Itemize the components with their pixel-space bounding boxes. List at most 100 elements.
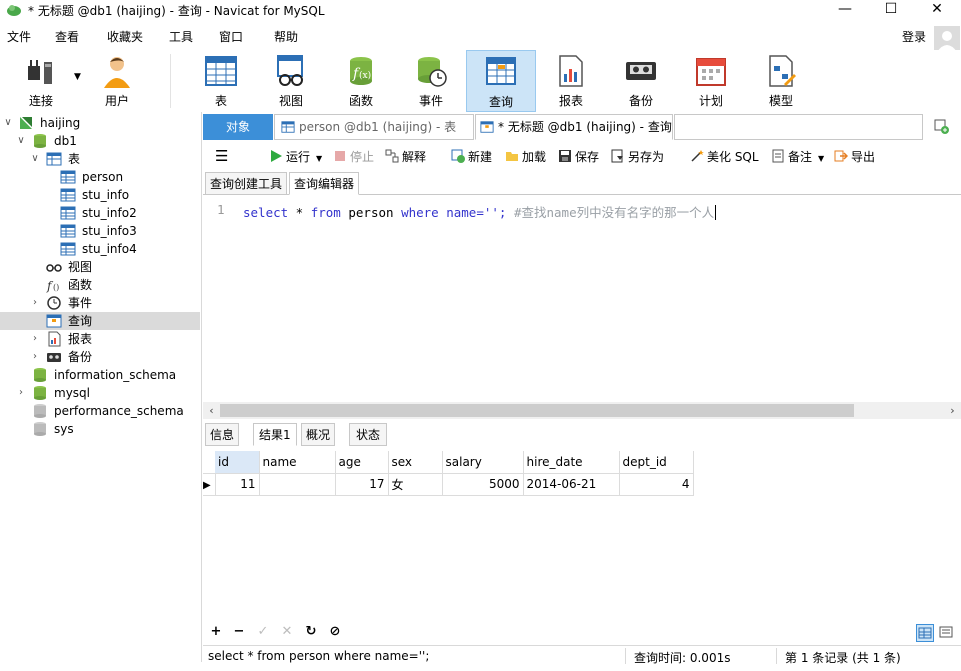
cell-id[interactable]: 11: [215, 473, 260, 496]
add-record-button[interactable]: +: [208, 623, 224, 641]
tree-node-events[interactable]: › 事件: [0, 294, 200, 312]
scroll-left-icon[interactable]: ‹: [203, 402, 220, 419]
apply-changes-button[interactable]: ✓: [255, 623, 271, 641]
stop-loading-button[interactable]: ⊘: [327, 623, 343, 641]
cell-age[interactable]: 17: [335, 473, 389, 496]
column-header-dept-id[interactable]: dept_id: [619, 451, 694, 474]
cell-dept-id[interactable]: 4: [619, 473, 694, 496]
tree-node-reports[interactable]: › 报表: [0, 330, 200, 348]
close-button[interactable]: ✕: [914, 0, 960, 20]
report-button[interactable]: 报表: [536, 50, 606, 112]
tab-query-untitled[interactable]: * 无标题 @db1 (haijing) - 查询: [475, 114, 673, 140]
view-button[interactable]: 视图: [256, 50, 326, 112]
tree-node-sys[interactable]: sys: [0, 420, 200, 438]
tree-node-table-stu-info3[interactable]: stu_info3: [0, 222, 200, 240]
column-header-salary[interactable]: salary: [442, 451, 524, 474]
tab-objects[interactable]: 对象: [203, 114, 273, 140]
minimize-button[interactable]: —: [822, 0, 868, 20]
column-header-hire-date[interactable]: hire_date: [523, 451, 620, 474]
tree-node-database[interactable]: ∨ db1: [0, 132, 200, 150]
tree-node-tables[interactable]: ∨ 表: [0, 150, 200, 168]
save-button[interactable]: 保存: [558, 148, 599, 166]
connection-button[interactable]: 连接 ▼: [6, 50, 81, 112]
sql-code-line[interactable]: select * from person where name=''; #查找n…: [243, 202, 717, 221]
query-button[interactable]: 查询: [466, 50, 536, 112]
dropdown-arrow-icon[interactable]: ▼: [316, 154, 322, 163]
avatar[interactable]: [934, 26, 960, 52]
run-button[interactable]: 运行 ▼: [269, 148, 322, 166]
beautify-sql-button[interactable]: 美化 SQL: [690, 148, 759, 166]
column-header-sex[interactable]: sex: [388, 451, 443, 474]
delete-record-button[interactable]: −: [231, 623, 247, 641]
note-button[interactable]: 备注 ▼: [771, 148, 824, 166]
menu-window[interactable]: 窗口: [219, 28, 243, 45]
expand-icon[interactable]: ›: [30, 348, 40, 366]
save-as-button[interactable]: 另存为: [611, 148, 664, 166]
user-button[interactable]: 用户: [82, 50, 152, 112]
menu-icon[interactable]: ☰: [215, 148, 228, 166]
refresh-button[interactable]: ↻: [303, 623, 319, 641]
collapse-icon[interactable]: ∨: [16, 132, 26, 150]
tab-info[interactable]: 信息: [205, 423, 240, 446]
tab-query-editor[interactable]: 查询编辑器: [289, 172, 360, 195]
tab-result1[interactable]: 结果1: [253, 423, 297, 446]
export-button[interactable]: 导出: [834, 148, 875, 166]
tree-node-table-person[interactable]: person: [0, 168, 200, 186]
tree-node-mysql[interactable]: › mysql: [0, 384, 200, 402]
dropdown-arrow-icon[interactable]: ▼: [74, 72, 81, 82]
tree-node-functions[interactable]: f() 函数: [0, 276, 200, 294]
editor-horizontal-scrollbar[interactable]: ‹ ›: [203, 402, 961, 419]
tab-status[interactable]: 状态: [349, 423, 388, 446]
menu-tools[interactable]: 工具: [169, 28, 193, 45]
load-button[interactable]: 加载: [505, 148, 546, 166]
scrollbar-thumb[interactable]: [220, 404, 854, 417]
grid-view-button[interactable]: [916, 624, 934, 642]
tree-node-queries[interactable]: 查询: [0, 312, 200, 330]
column-header-id[interactable]: id: [215, 451, 260, 474]
event-button[interactable]: 事件: [396, 50, 466, 112]
expand-icon[interactable]: ›: [30, 294, 40, 312]
table-button[interactable]: 表: [186, 50, 256, 112]
tree-node-information-schema[interactable]: information_schema: [0, 366, 200, 384]
expand-icon[interactable]: ›: [16, 384, 26, 402]
menu-favorites[interactable]: 收藏夹: [107, 28, 143, 45]
maximize-button[interactable]: ☐: [868, 0, 914, 20]
cell-sex[interactable]: 女: [388, 473, 443, 496]
cell-salary[interactable]: 5000: [442, 473, 524, 496]
menu-file[interactable]: 文件: [7, 28, 31, 45]
menu-help[interactable]: 帮助: [274, 28, 298, 45]
function-button[interactable]: f (x) 函数: [326, 50, 396, 112]
tab-query-builder[interactable]: 查询创建工具: [205, 172, 288, 195]
tree-node-performance-schema[interactable]: performance_schema: [0, 402, 200, 420]
tree-node-table-stu-info[interactable]: stu_info: [0, 186, 200, 204]
tree-node-connection[interactable]: ∨ haijing: [0, 114, 200, 132]
cell-hire-date[interactable]: 2014-06-21: [523, 473, 620, 496]
dropdown-arrow-icon[interactable]: ▼: [818, 154, 824, 163]
backup-button[interactable]: 备份: [606, 50, 676, 112]
sql-editor[interactable]: 1 select * from person where name=''; #查…: [203, 196, 961, 402]
column-header-age[interactable]: age: [335, 451, 389, 474]
tree-node-table-stu-info4[interactable]: stu_info4: [0, 240, 200, 258]
tree-node-backups[interactable]: › 备份: [0, 348, 200, 366]
collapse-icon[interactable]: ∨: [3, 114, 13, 132]
schedule-button[interactable]: 计划: [676, 50, 746, 112]
column-header-name[interactable]: name: [259, 451, 336, 474]
scroll-right-icon[interactable]: ›: [944, 402, 961, 419]
tree-node-table-stu-info2[interactable]: stu_info2: [0, 204, 200, 222]
tab-person-table[interactable]: person @db1 (haijing) - 表: [274, 114, 474, 140]
form-view-button[interactable]: [938, 624, 956, 642]
explain-button[interactable]: 解释: [385, 148, 426, 166]
cell-name[interactable]: [259, 473, 336, 496]
collapse-icon[interactable]: ∨: [30, 150, 40, 168]
tab-profile[interactable]: 概况: [301, 423, 336, 446]
tree-node-views[interactable]: 视图: [0, 258, 200, 276]
model-button[interactable]: 模型: [746, 50, 816, 112]
expand-icon[interactable]: ›: [30, 330, 40, 348]
stop-button[interactable]: 停止: [333, 148, 374, 166]
menu-view[interactable]: 查看: [55, 28, 79, 45]
table-row[interactable]: ▶ 11 17 女 5000 2014-06-21 4: [203, 473, 694, 496]
new-tab-icon[interactable]: [934, 119, 950, 135]
discard-changes-button[interactable]: ✕: [279, 623, 295, 641]
new-query-button[interactable]: 新建: [451, 148, 492, 166]
login-link[interactable]: 登录: [902, 28, 926, 45]
